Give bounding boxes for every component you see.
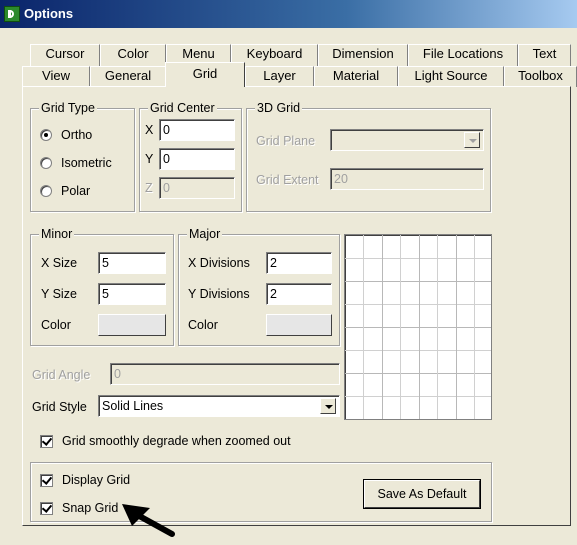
y-size-label: Y Size (41, 287, 77, 301)
center-x-input[interactable]: 0 (159, 119, 235, 141)
major-color-label: Color (188, 318, 218, 332)
grid-center-legend: Grid Center (148, 101, 217, 115)
ortho-radio[interactable] (40, 129, 52, 141)
tab-light-source[interactable]: Light Source (398, 66, 504, 87)
center-z-label: Z (145, 181, 153, 195)
tab-grid[interactable]: Grid (165, 62, 245, 87)
polar-label: Polar (61, 184, 91, 198)
tab-cursor[interactable]: Cursor (30, 44, 100, 66)
major-legend: Major (187, 227, 223, 241)
y-size-input[interactable]: 5 (98, 283, 166, 305)
polar-radio[interactable] (40, 185, 52, 197)
tab-file-locations[interactable]: File Locations (408, 44, 518, 66)
window-title: Options (24, 6, 74, 21)
snap-grid-checkbox[interactable] (40, 502, 53, 515)
display-grid-label: Display Grid (62, 473, 131, 487)
y-divisions-input[interactable]: 2 (266, 283, 332, 305)
grid-extent-label: Grid Extent (256, 173, 319, 187)
degrade-label: Grid smoothly degrade when zoomed out (62, 434, 291, 448)
display-grid-checkbox[interactable] (40, 474, 53, 487)
x-size-label: X Size (41, 256, 78, 270)
grid-3d-legend: 3D Grid (255, 101, 303, 115)
tab-dimension[interactable]: Dimension (318, 44, 408, 66)
ortho-label: Ortho (61, 128, 93, 142)
y-divisions-label: Y Divisions (188, 287, 250, 301)
grid-3d-group: 3D Grid (246, 101, 491, 212)
annotation-arrow-icon (122, 504, 175, 537)
major-color-button[interactable] (266, 314, 332, 336)
minor-color-label: Color (41, 318, 71, 332)
grid-extent-input[interactable]: 20 (330, 168, 484, 190)
tab-material[interactable]: Material (314, 66, 398, 87)
tab-toolbox[interactable]: Toolbox (504, 66, 577, 87)
degrade-checkbox[interactable] (40, 435, 53, 448)
minor-color-button[interactable] (98, 314, 166, 336)
isometric-label: Isometric (61, 156, 112, 170)
save-as-default-button[interactable]: Save As Default (364, 480, 480, 508)
app-logo-icon (4, 6, 20, 22)
center-y-input[interactable]: 0 (159, 148, 235, 170)
tab-text[interactable]: Text (518, 44, 571, 66)
tab-layer[interactable]: Layer (245, 66, 314, 87)
grid-style-dropdown-icon[interactable] (320, 398, 336, 414)
grid-style-select[interactable]: Solid Lines (98, 395, 340, 417)
grid-angle-label: Grid Angle (32, 368, 91, 382)
tab-general[interactable]: General (90, 66, 166, 87)
center-z-input[interactable]: 0 (159, 177, 235, 199)
snap-grid-label: Snap Grid (62, 501, 119, 515)
grid-angle-input[interactable]: 0 (110, 363, 340, 385)
grid-style-label: Grid Style (32, 400, 87, 414)
center-x-label: X (145, 123, 154, 137)
isometric-radio[interactable] (40, 157, 52, 169)
x-divisions-input[interactable]: 2 (266, 252, 332, 274)
center-y-label: Y (145, 152, 154, 166)
x-size-input[interactable]: 5 (98, 252, 166, 274)
title-bar[interactable]: Options (0, 0, 577, 28)
grid-plane-label: Grid Plane (256, 134, 316, 148)
grid-preview (344, 234, 492, 420)
x-divisions-label: X Divisions (188, 256, 250, 270)
minor-legend: Minor (39, 227, 75, 241)
grid-plane-select[interactable] (330, 129, 484, 151)
tab-color[interactable]: Color (100, 44, 166, 66)
grid-type-legend: Grid Type (39, 101, 97, 115)
options-window: Options Cursor Color Menu Keyboard Dimen… (0, 0, 577, 545)
grid-plane-dropdown-icon[interactable] (464, 132, 480, 148)
tab-view[interactable]: View (22, 66, 90, 87)
